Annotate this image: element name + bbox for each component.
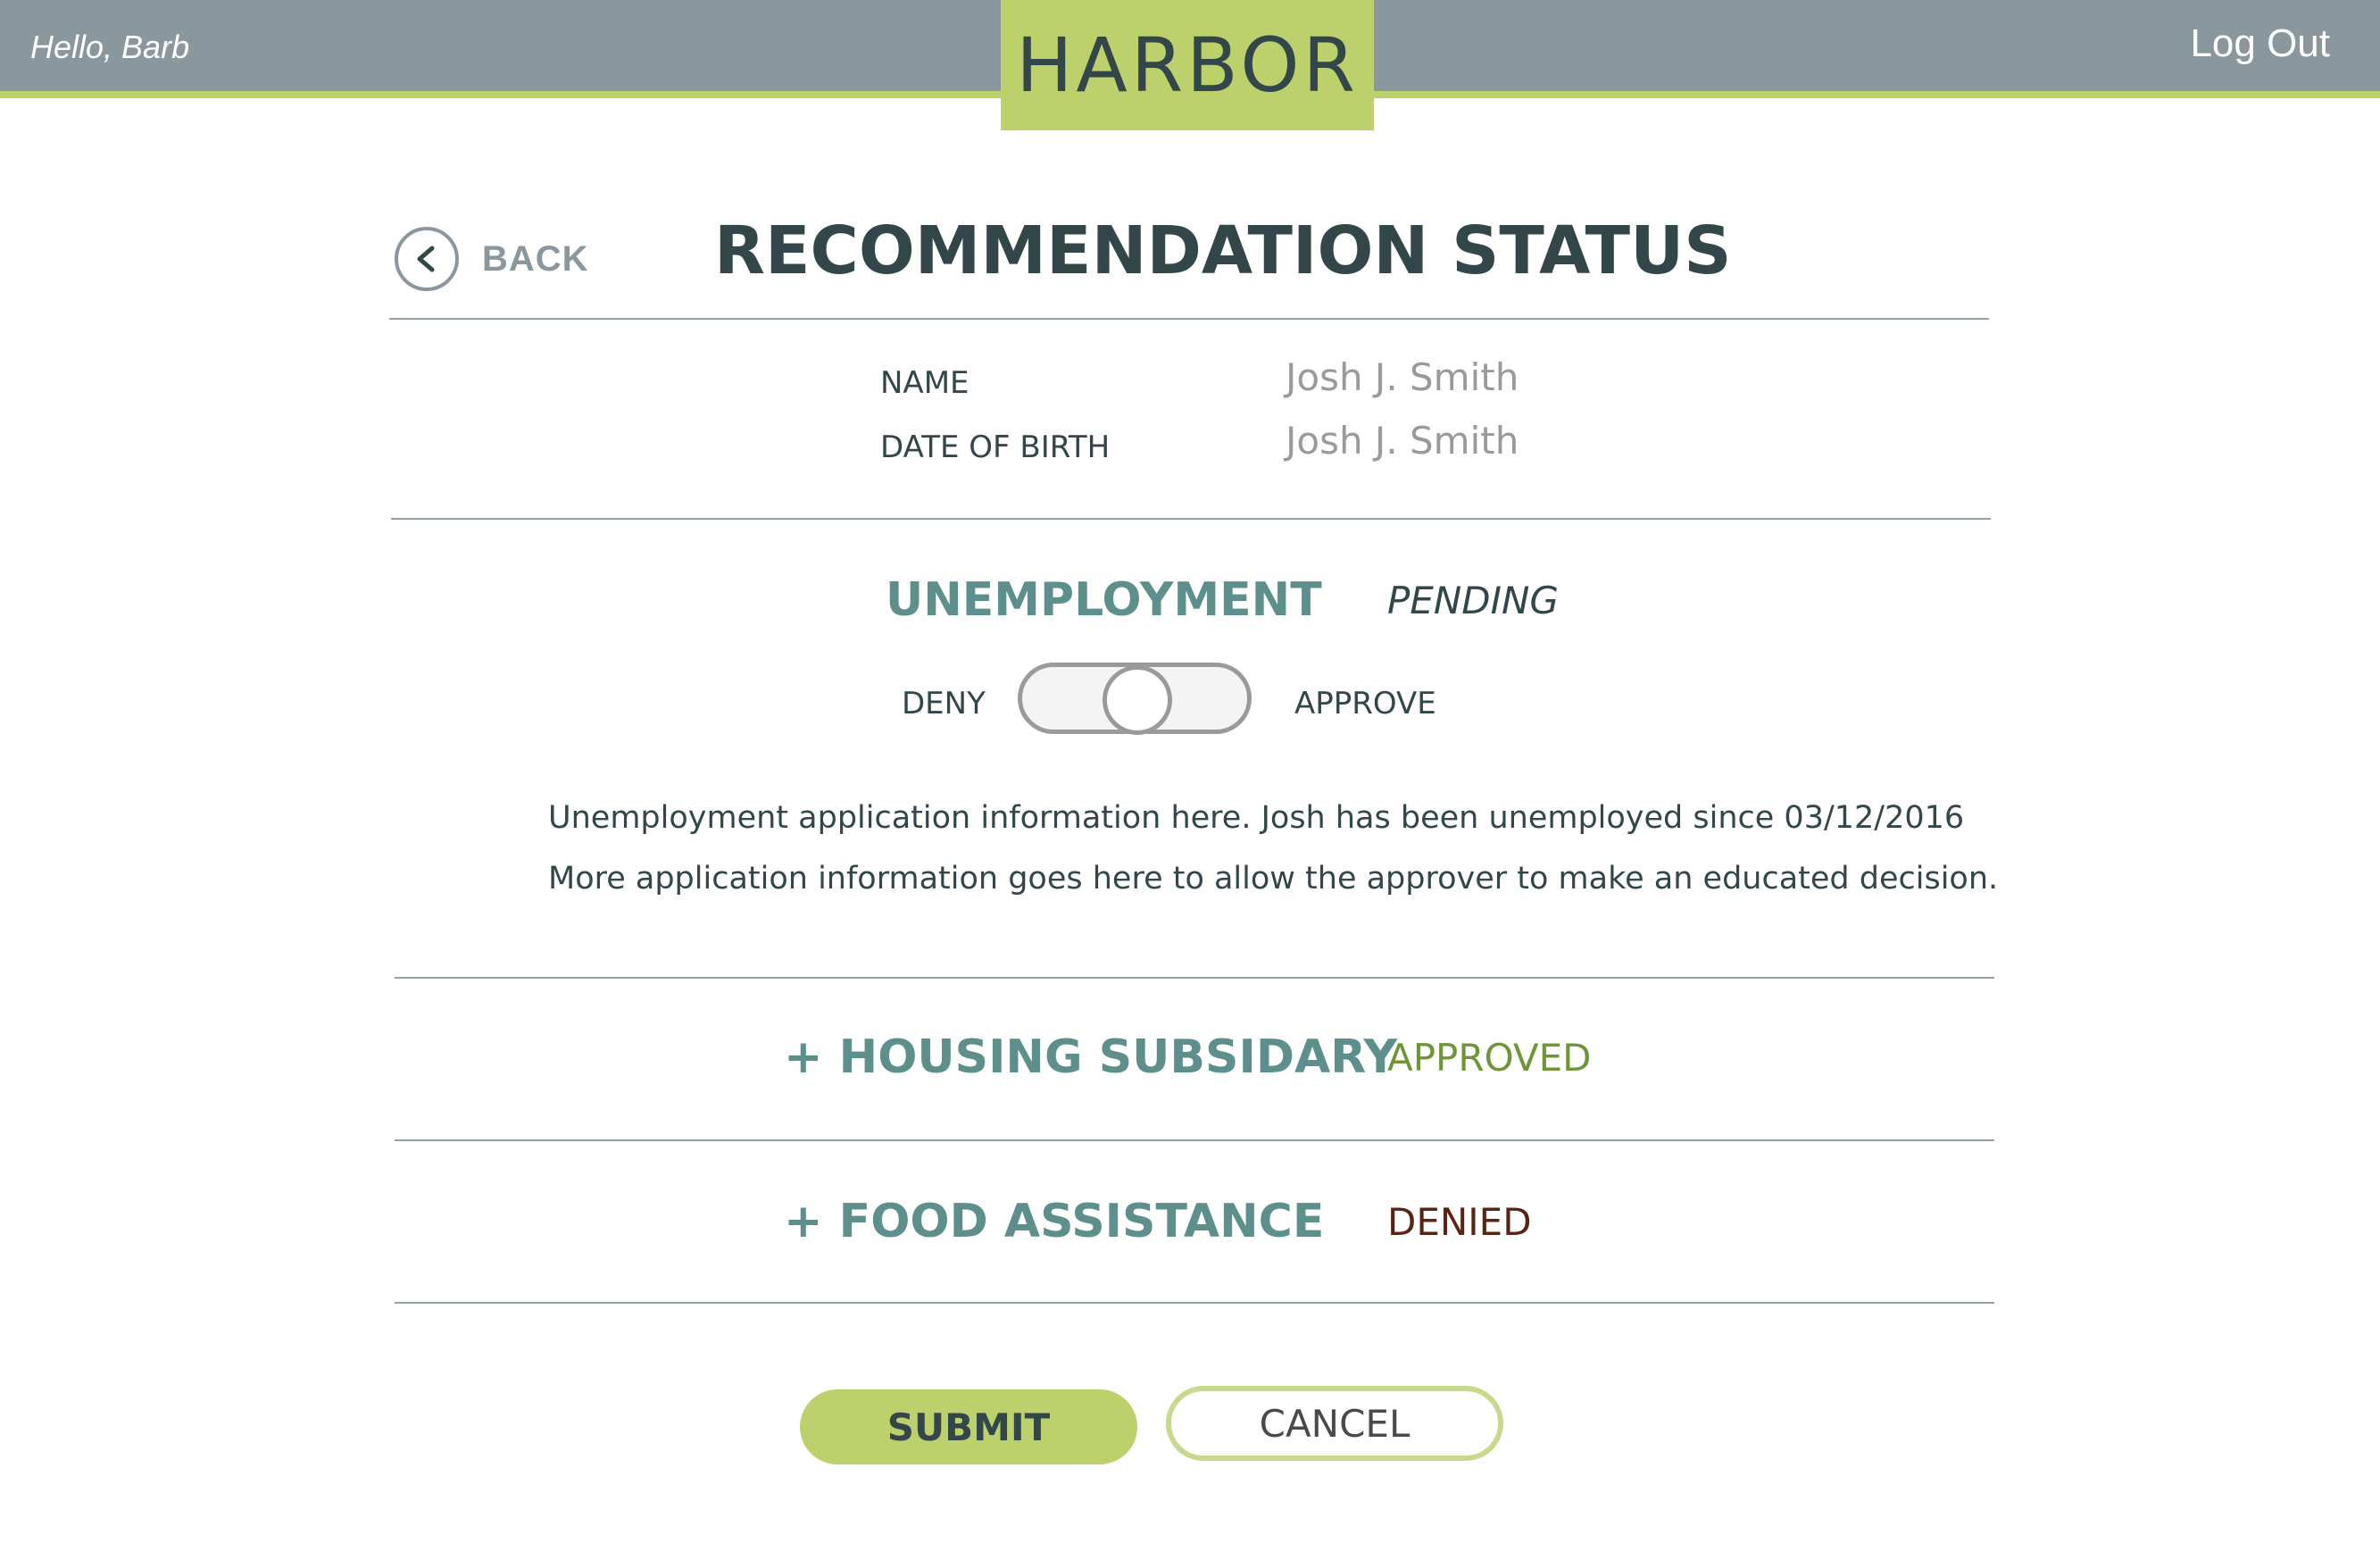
- deny-label: DENY: [902, 686, 986, 721]
- divider: [391, 518, 1991, 520]
- divider: [395, 1302, 1994, 1304]
- dob-value: Josh J. Smith: [1286, 419, 1519, 463]
- name-value: Josh J. Smith: [1286, 355, 1519, 399]
- logo-text: HARBOR: [1016, 21, 1359, 109]
- page-title: RECOMMENDATION STATUS: [714, 213, 1732, 289]
- divider: [395, 1139, 1994, 1141]
- food-status-badge: DENIED: [1387, 1200, 1532, 1244]
- unemployment-description-line-1: Unemployment application information her…: [548, 800, 1965, 836]
- unemployment-description-line-2: More application information goes here t…: [548, 861, 1999, 897]
- dob-label: DATE OF BIRTH: [880, 430, 1111, 465]
- name-label: NAME: [880, 365, 969, 401]
- housing-subsidary-expand[interactable]: + HOUSING SUBSIDARY: [784, 1030, 1397, 1084]
- unemployment-program-title: UNEMPLOYMENT: [886, 573, 1322, 627]
- log-out-link[interactable]: Log Out: [2190, 21, 2330, 66]
- back-label: BACK: [482, 238, 589, 279]
- divider: [395, 977, 1994, 979]
- approve-deny-toggle[interactable]: [1018, 663, 1252, 735]
- cancel-button[interactable]: CANCEL: [1166, 1386, 1503, 1461]
- submit-button[interactable]: SUBMIT: [800, 1389, 1137, 1464]
- unemployment-status: PENDING: [1387, 579, 1559, 622]
- back-chevron-icon: [395, 227, 459, 291]
- housing-status-badge: APPROVED: [1387, 1036, 1592, 1080]
- divider: [389, 318, 1989, 320]
- toggle-knob[interactable]: [1103, 665, 1172, 735]
- food-assistance-expand[interactable]: + FOOD ASSISTANCE: [784, 1195, 1324, 1248]
- greeting-text: Hello, Barb: [30, 29, 190, 65]
- harbor-logo: HARBOR: [1001, 0, 1374, 130]
- back-button[interactable]: BACK: [395, 227, 589, 291]
- approve-label: APPROVE: [1294, 686, 1436, 721]
